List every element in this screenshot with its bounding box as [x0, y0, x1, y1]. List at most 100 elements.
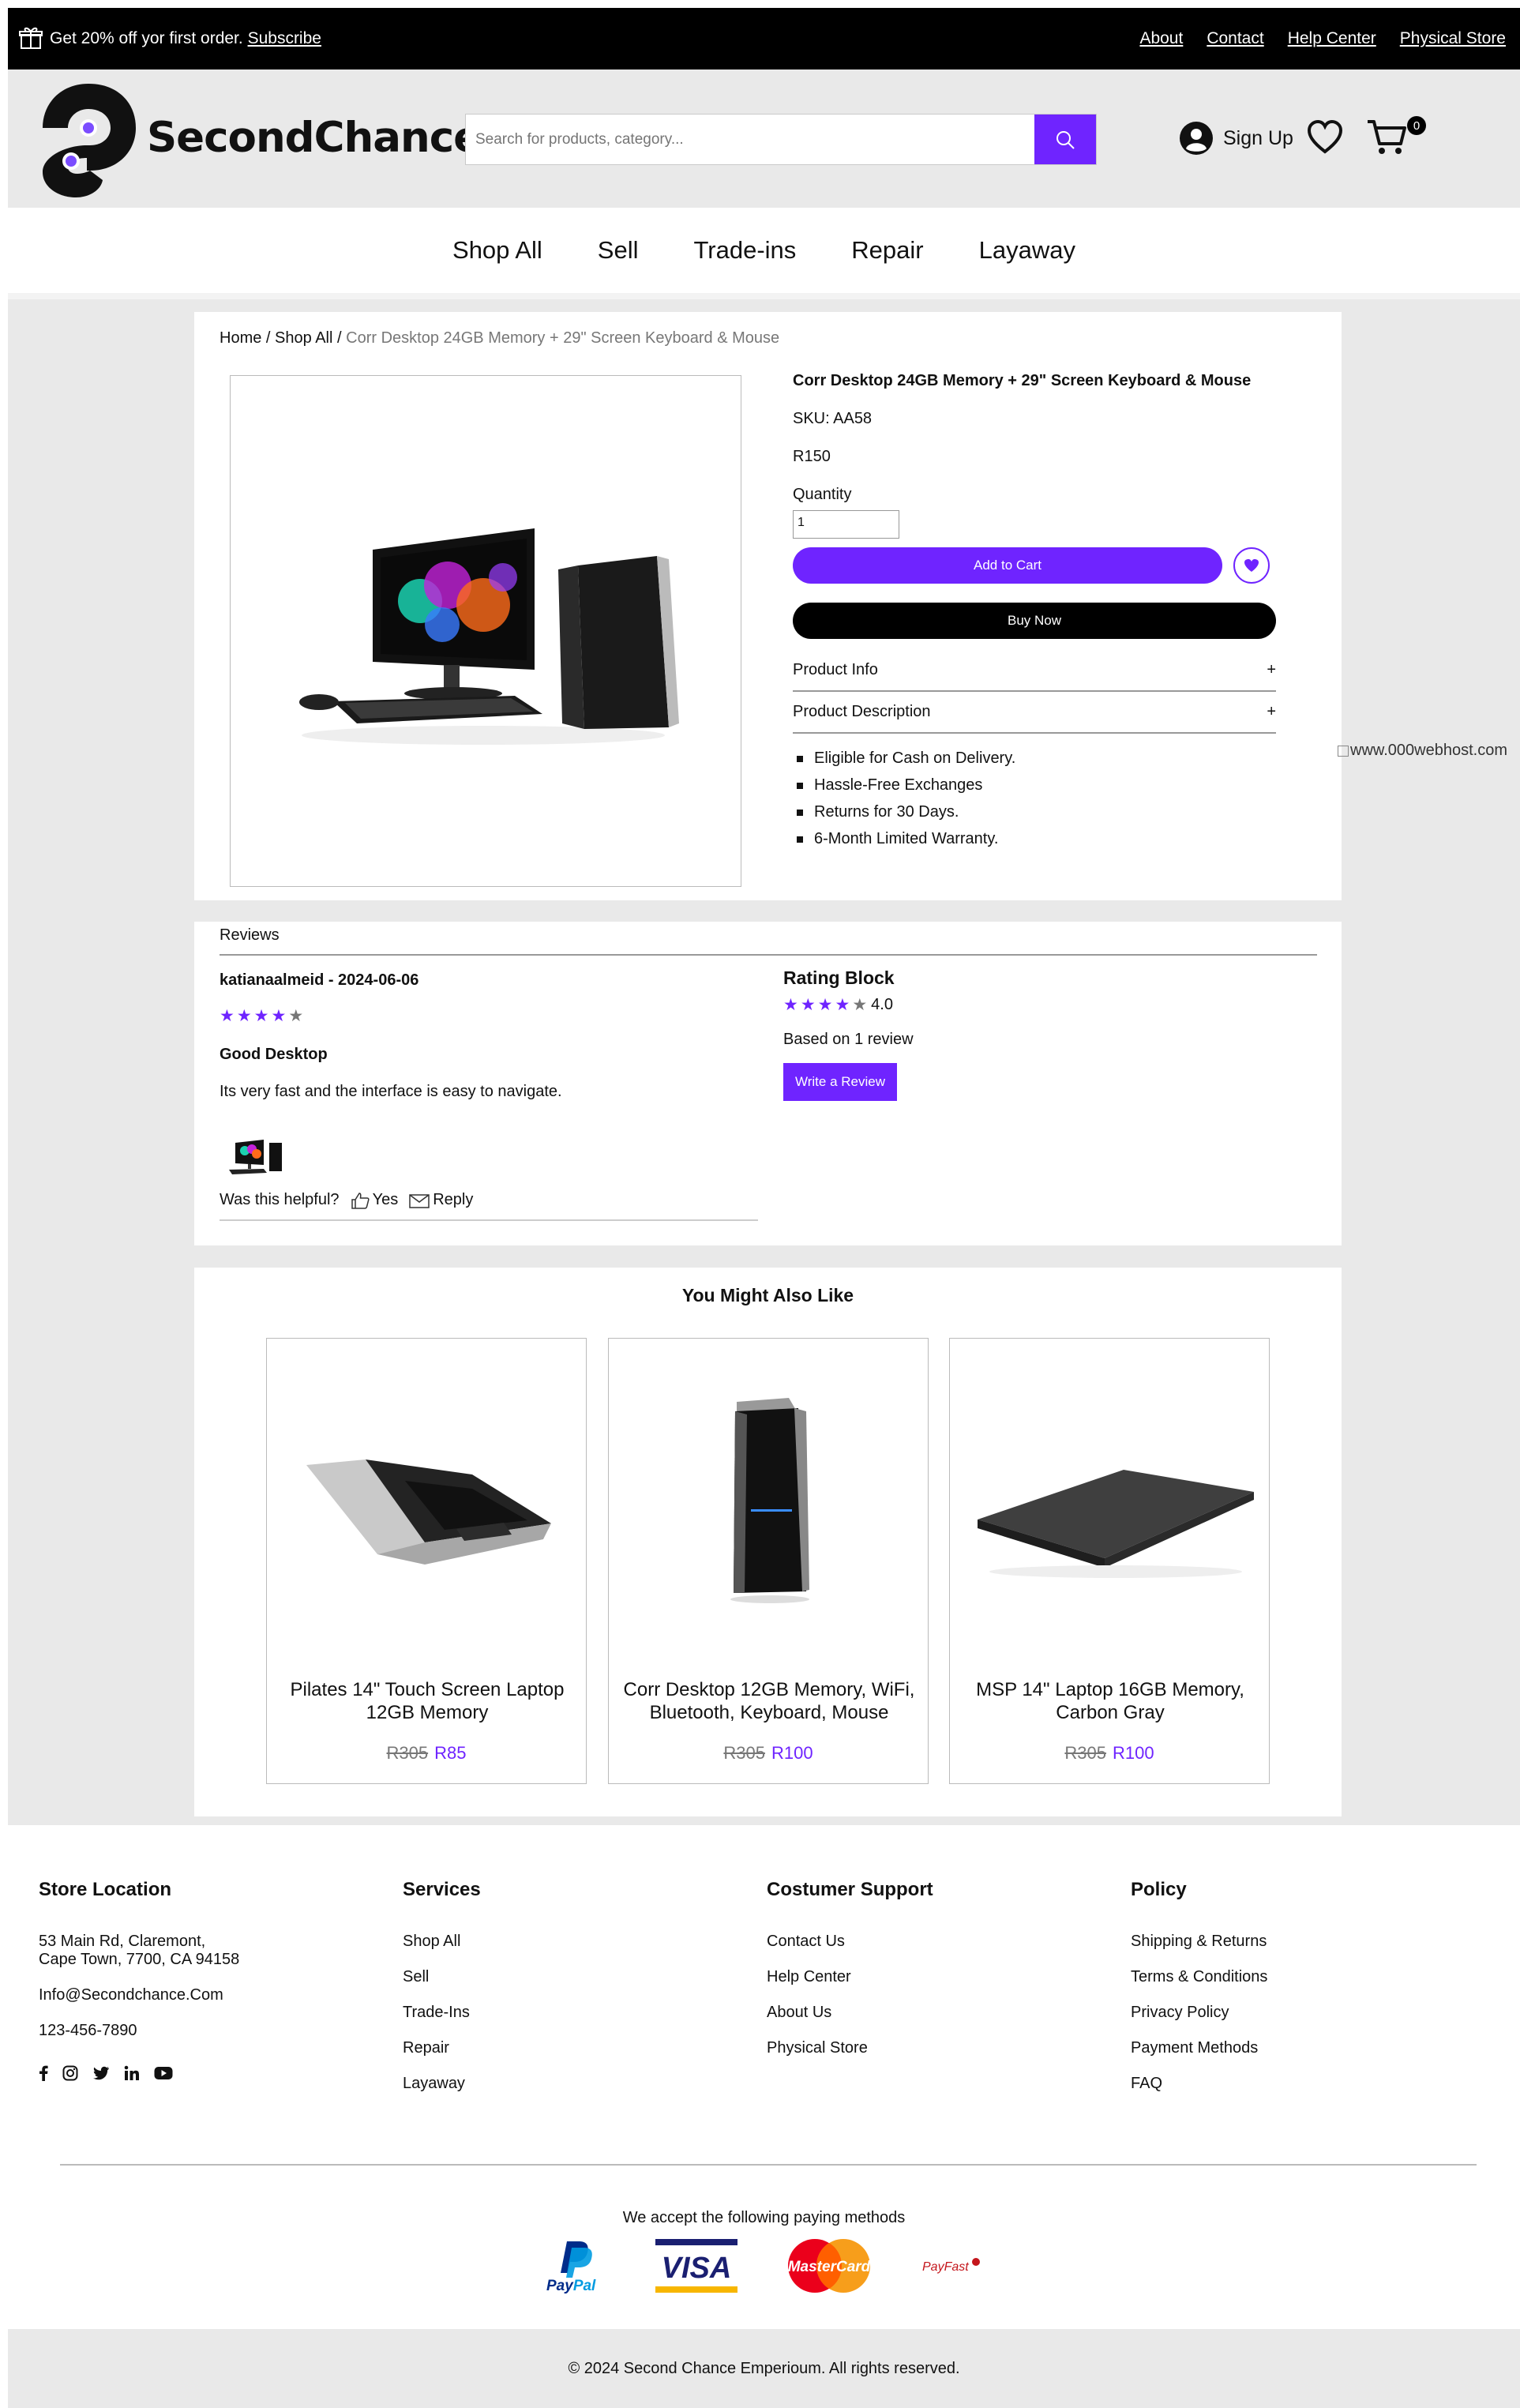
mastercard-logo: MasterCard [787, 2239, 870, 2293]
sale-price: R100 [771, 1743, 813, 1763]
brand-name[interactable]: SecondChance [147, 114, 482, 162]
copyright-text: © 2024 Second Chance Emperioum. All righ… [568, 2359, 960, 2377]
buy-now-button[interactable]: Buy Now [793, 603, 1276, 639]
star-icon: ★ [288, 1007, 304, 1025]
footer-link-physical-store[interactable]: Physical Store [767, 2039, 933, 2057]
cart-count-badge: 0 [1407, 116, 1426, 135]
reviews-section: Reviews katianaalmeid - 2024-06-06 ★ ★ ★ ★ ★… [194, 922, 1342, 1245]
payfast-logo: PayFast [922, 2258, 980, 2274]
footer-link-repair[interactable]: Repair [403, 2039, 481, 2057]
top-link-contact[interactable]: Contact [1207, 29, 1263, 48]
rating-block-title: Rating Block [783, 967, 895, 988]
accordion-product-info[interactable]: Product Info + [793, 650, 1276, 692]
footer-link-trade-ins[interactable]: Trade-Ins [403, 2004, 481, 2022]
address-line: 53 Main Rd, Claremont, [39, 1933, 206, 1950]
store-email[interactable]: Info@Secondchance.Com [39, 1986, 239, 2004]
heart-icon [1244, 559, 1259, 572]
nav-item-trade-ins[interactable]: Trade-ins [693, 236, 796, 265]
footer-link-sell[interactable]: Sell [403, 1968, 481, 1986]
linkedin-icon[interactable] [124, 2065, 140, 2081]
footer-link-layaway[interactable]: Layaway [403, 2075, 481, 2093]
review-title: Good Desktop [220, 1046, 328, 1063]
footer-link-terms[interactable]: Terms & Conditions [1131, 1968, 1267, 1986]
nav-item-shop-all[interactable]: Shop All [452, 236, 542, 265]
footer-link-payment-methods[interactable]: Payment Methods [1131, 2039, 1267, 2057]
cart-button[interactable]: 0 [1366, 116, 1426, 160]
star-icon: ★ [236, 1007, 252, 1025]
side-ad-alt-text: www.000webhost.com [1350, 742, 1507, 759]
breadcrumb-home[interactable]: Home [220, 329, 261, 347]
search-button[interactable] [1034, 115, 1096, 164]
search-bar [465, 114, 1097, 165]
heart-icon[interactable] [1307, 120, 1343, 155]
youtube-icon[interactable] [154, 2066, 173, 2080]
top-link-help-center[interactable]: Help Center [1288, 29, 1376, 48]
signup-link[interactable]: Sign Up [1179, 121, 1293, 156]
facebook-icon[interactable] [39, 2065, 48, 2081]
promo-text: Get 20% off yor first order. Subscribe [50, 29, 321, 47]
plus-icon: + [1267, 661, 1276, 678]
old-price: R305 [1064, 1743, 1106, 1763]
breadcrumb-separator: / [337, 329, 342, 347]
related-product-card[interactable]: Pilates 14" Touch Screen Laptop 12GB Mem… [266, 1338, 587, 1784]
rating-block: Rating Block ★ ★ ★ ★ ★ 4.0 Based on 1 review… [783, 967, 914, 1101]
footer-link-contact-us[interactable]: Contact Us [767, 1933, 933, 1951]
visa-logo-text: VISA [661, 2252, 731, 2285]
breadcrumb-shop-all[interactable]: Shop All [275, 329, 332, 347]
broken-image-icon [1338, 746, 1349, 757]
nav-item-sell[interactable]: Sell [598, 236, 639, 265]
search-input[interactable] [466, 115, 1034, 164]
wishlist-button[interactable] [1233, 547, 1270, 584]
related-product-name: MSP 14" Laptop 16GB Memory, Carbon Gray [976, 1679, 1244, 1723]
thumbs-up-icon [351, 1192, 370, 1209]
footer-customer-support: Costumer Support Contact Us Help Center … [767, 1879, 933, 2075]
related-product-card[interactable]: Corr Desktop 12GB Memory, WiFi, Bluetoot… [608, 1338, 929, 1784]
footer-link-privacy[interactable]: Privacy Policy [1131, 2004, 1267, 2022]
subscribe-link[interactable]: Subscribe [248, 29, 321, 47]
list-item: Eligible for Cash on Delivery. [793, 749, 1015, 768]
top-link-physical-store[interactable]: Physical Store [1400, 29, 1506, 48]
footer-link-faq[interactable]: FAQ [1131, 2075, 1267, 2093]
product-section: Home / Shop All / Corr Desktop 24GB Memo… [194, 312, 1342, 900]
quantity-field[interactable]: 1 [793, 510, 899, 539]
nav-item-layaway[interactable]: Layaway [979, 236, 1075, 265]
footer-link-shipping-returns[interactable]: Shipping & Returns [1131, 1933, 1267, 1951]
reviews-heading: Reviews [220, 926, 1317, 956]
product-main-image[interactable] [230, 375, 741, 887]
review-photo[interactable] [226, 1136, 289, 1176]
product-benefits-list: Eligible for Cash on Delivery. Hassle-Fr… [793, 749, 1015, 857]
footer-link-help-center[interactable]: Help Center [767, 1968, 933, 1986]
breadcrumb: Home / Shop All / Corr Desktop 24GB Memo… [220, 329, 779, 347]
site-header: SecondChance Sign Up 0 [8, 69, 1520, 208]
breadcrumb-current: Corr Desktop 24GB Memory + 29" Screen Ke… [346, 329, 780, 347]
site-footer: Store Location 53 Main Rd, Claremont, Cap… [8, 1825, 1520, 2329]
promo-bar: Get 20% off yor first order. Subscribe A… [8, 8, 1520, 69]
add-to-cart-button[interactable]: Add to Cart [793, 547, 1222, 584]
footer-link-about-us[interactable]: About Us [767, 2004, 933, 2022]
star-icon: ★ [817, 996, 833, 1014]
side-ad-image[interactable]: www.000webhost.com [1338, 742, 1520, 765]
star-icon: ★ [253, 1007, 269, 1025]
footer-store-location: Store Location 53 Main Rd, Claremont, Cap… [39, 1879, 239, 2081]
product-price: R150 [793, 448, 831, 465]
star-icon: ★ [271, 1007, 287, 1025]
store-address: 53 Main Rd, Claremont, Cape Town, 7700, C… [39, 1933, 239, 1969]
related-product-card[interactable]: MSP 14" Laptop 16GB Memory, Carbon Gray … [949, 1338, 1270, 1784]
store-phone[interactable]: 123-456-7890 [39, 2022, 239, 2040]
reply-button[interactable]: Reply [409, 1191, 473, 1209]
cart-icon [1368, 120, 1406, 154]
write-review-button[interactable]: Write a Review [783, 1063, 897, 1101]
rating-summary: ★ ★ ★ ★ ★ 4.0 [783, 995, 914, 1015]
product-sku: SKU: AA58 [793, 410, 873, 427]
brand-logo[interactable] [35, 79, 141, 197]
star-icon: ★ [852, 996, 868, 1014]
rating-score: 4.0 [871, 996, 893, 1013]
twitter-icon[interactable] [92, 2066, 110, 2080]
helpful-label: Was this helpful? [220, 1191, 340, 1208]
accordion-product-description[interactable]: Product Description + [793, 692, 1276, 734]
nav-item-repair[interactable]: Repair [851, 236, 923, 265]
top-link-about[interactable]: About [1139, 29, 1183, 48]
helpful-yes-button[interactable]: Yes [351, 1191, 398, 1209]
footer-link-shop-all[interactable]: Shop All [403, 1933, 481, 1951]
instagram-icon[interactable] [62, 2065, 78, 2081]
